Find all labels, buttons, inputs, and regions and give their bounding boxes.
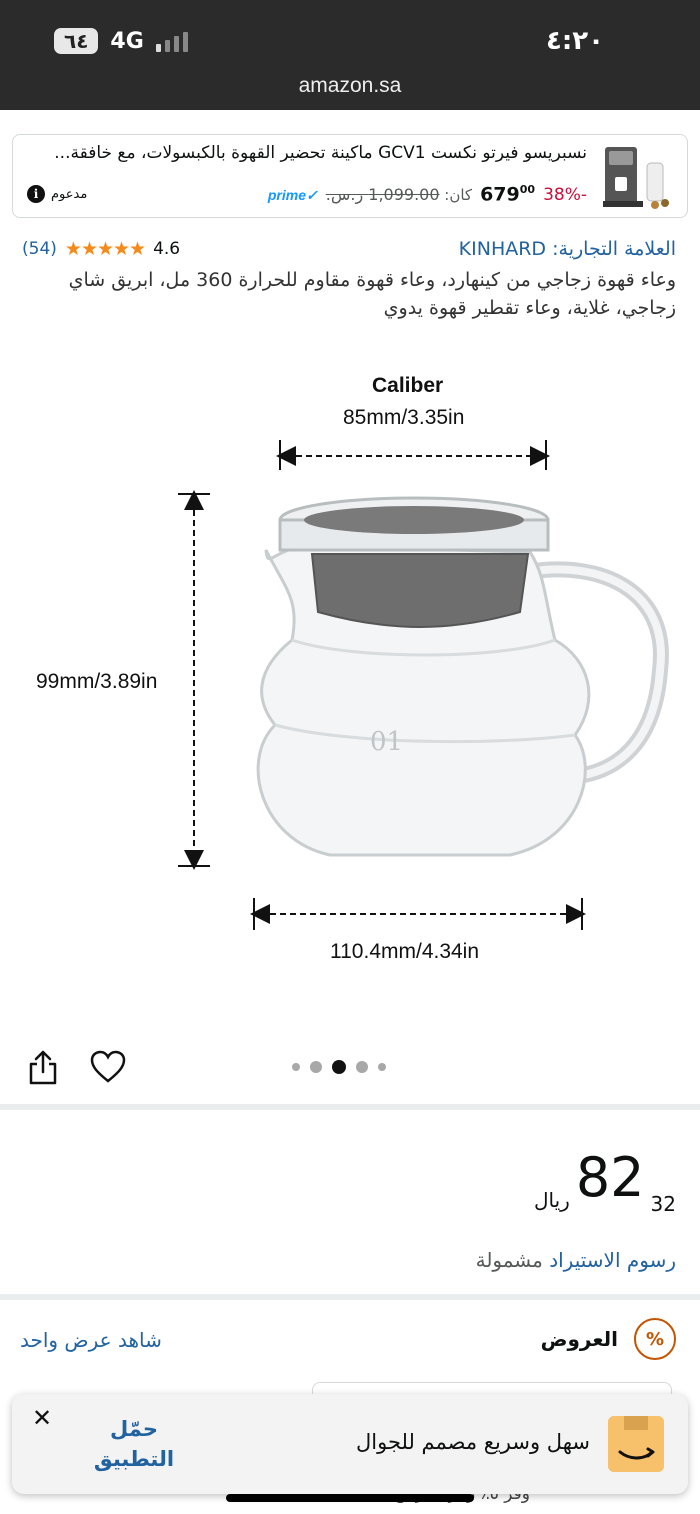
carousel-dot[interactable] <box>310 1061 322 1073</box>
heart-icon[interactable] <box>90 1050 126 1084</box>
import-fee: رسوم الاستيراد مشمولة <box>476 1248 676 1272</box>
offers-title: العروض <box>540 1327 618 1351</box>
brand-link[interactable]: العلامة التجارية: KINHARD <box>459 238 676 260</box>
sponsored-label[interactable]: مدعوم i <box>27 185 87 203</box>
carousel-dot-active[interactable] <box>332 1060 346 1074</box>
glass-carafe-drawing: 01 <box>178 440 669 930</box>
ad-price-row: -38% 67900 كان: 1,099.00 ر.س. ✓prime <box>268 183 587 205</box>
section-divider <box>0 1104 700 1110</box>
home-indicator <box>226 1494 474 1502</box>
carousel-dot[interactable] <box>378 1063 386 1071</box>
see-offer-link[interactable]: شاهد عرض واحد <box>20 1328 162 1352</box>
percent-badge-icon: % <box>634 1318 676 1360</box>
price-currency: ريال <box>533 1188 570 1212</box>
share-icon[interactable] <box>28 1050 58 1086</box>
ad-title[interactable]: نسبريسو فيرتو نكست GCV1 ماكينة تحضير الق… <box>27 143 587 163</box>
carousel-dot[interactable] <box>292 1063 300 1071</box>
price: ريال 82 32 <box>533 1146 676 1217</box>
section-divider <box>0 1294 700 1300</box>
import-fee-link[interactable]: رسوم الاستيراد <box>549 1248 676 1272</box>
star-rating-icon: ★★★★★ <box>64 238 146 260</box>
offers-header: % العروض <box>541 1318 676 1360</box>
status-bar: ٦٤ 4G ٤:٢٠ amazon.sa <box>0 0 700 110</box>
rating-count[interactable]: (54) <box>22 239 57 259</box>
sponsored-text: مدعوم <box>51 186 88 202</box>
carousel-dots[interactable] <box>292 1060 386 1074</box>
status-indicators: ٦٤ 4G <box>54 28 188 54</box>
ad-price: 67900 <box>480 183 536 206</box>
signal-icon <box>155 30 188 52</box>
ad-discount: -38% <box>543 185 587 206</box>
battery-indicator: ٦٤ <box>54 28 99 54</box>
amazon-logo-icon <box>608 1416 664 1472</box>
jar-volume-mark: 01 <box>370 727 403 757</box>
download-app-button[interactable]: حمّل التطبيق <box>84 1414 184 1474</box>
product-title: وعاء قهوة زجاجي من كينهارد، وعاء قهوة مق… <box>68 269 676 319</box>
coffee-machine-thumbnail <box>603 147 669 209</box>
close-icon[interactable]: ✕ <box>32 1404 52 1432</box>
rating-value: 4.6 <box>153 239 181 259</box>
import-fee-status: مشمولة <box>475 1248 543 1272</box>
sponsored-ad[interactable]: نسبريسو فيرتو نكست GCV1 ماكينة تحضير الق… <box>12 134 688 218</box>
url-bar[interactable]: amazon.sa <box>0 74 700 98</box>
app-install-banner[interactable]: ✕ حمّل التطبيق سهل وسريع مصمم للجوال <box>12 1394 688 1494</box>
carousel-dot[interactable] <box>356 1061 368 1073</box>
banner-text: سهل وسريع مصمم للجوال <box>356 1430 590 1454</box>
rating-summary[interactable]: (54) ★★★★★ 4.6 <box>22 238 180 260</box>
network-type: 4G <box>110 28 144 54</box>
image-actions <box>0 1050 700 1090</box>
prime-badge: ✓prime <box>267 187 318 204</box>
ad-was-price: كان: 1,099.00 ر.س. <box>325 185 473 205</box>
clock: ٤:٢٠ <box>545 26 604 56</box>
price-fraction: 32 <box>650 1192 676 1216</box>
product-image[interactable]: Caliber 85mm/3.35in 99mm/3.89in 110.4mm/… <box>0 340 700 1040</box>
info-icon[interactable]: i <box>27 185 45 203</box>
price-whole: 82 <box>575 1146 645 1209</box>
